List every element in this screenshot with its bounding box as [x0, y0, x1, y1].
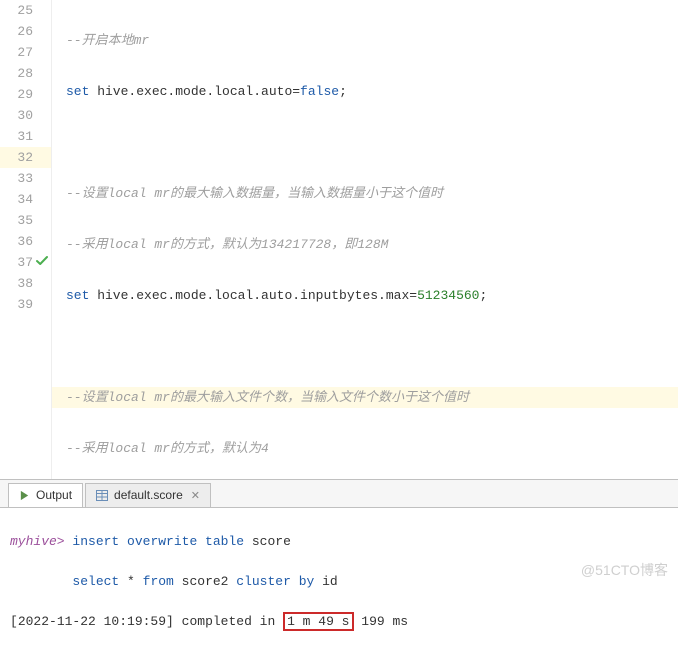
- table-icon: [96, 490, 108, 501]
- tab-label: Output: [36, 488, 72, 502]
- comment: --采用local mr的方式，默认为134217728，即128M: [66, 237, 388, 252]
- timestamp: 2022-11-22 10:19:59: [18, 614, 166, 629]
- line-number: 36: [0, 231, 51, 252]
- tab-default-score[interactable]: default.score ✕: [85, 483, 211, 507]
- line-number: 33: [0, 168, 51, 189]
- line-number: 28: [0, 63, 51, 84]
- output-console[interactable]: myhive> insert overwrite table score sel…: [0, 508, 678, 658]
- elapsed-time-highlight: 1 m 49 s: [283, 612, 353, 631]
- comment: --设置local mr的最大输入文件个数，当输入文件个数小于这个值时: [66, 390, 469, 405]
- line-number: 29: [0, 84, 51, 105]
- value-false: false: [300, 84, 339, 99]
- console-result-line: [2022-11-22 10:19:59] completed in 1 m 4…: [10, 612, 668, 632]
- line-number: 35: [0, 210, 51, 231]
- comment: --采用local mr的方式，默认为4: [66, 441, 269, 456]
- line-number: 37: [0, 252, 51, 273]
- console-prompt: myhive>: [10, 534, 65, 549]
- line-number: 25: [0, 0, 51, 21]
- keyword-set: set: [66, 288, 89, 303]
- line-number: 39: [0, 294, 51, 315]
- line-number: 32: [0, 147, 51, 168]
- line-number-gutter: 25 26 27 28 29 30 31 32 33 34 35 36 37 3…: [0, 0, 52, 479]
- comment: --设置local mr的最大输入数据量，当输入数据量小于这个值时: [66, 186, 443, 201]
- tab-label: default.score: [114, 488, 183, 502]
- line-number: 34: [0, 189, 51, 210]
- number-literal: 51234560: [417, 288, 479, 303]
- output-panel-tabs: Output default.score ✕: [0, 480, 678, 508]
- line-number: 38: [0, 273, 51, 294]
- keyword-set: set: [66, 84, 89, 99]
- line-number: 26: [0, 21, 51, 42]
- code-content[interactable]: --开启本地mr set hive.exec.mode.local.auto=f…: [52, 0, 678, 480]
- line-number: 27: [0, 42, 51, 63]
- code-editor[interactable]: 25 26 27 28 29 30 31 32 33 34 35 36 37 3…: [0, 0, 678, 480]
- check-icon: [36, 255, 50, 269]
- line-number: 30: [0, 105, 51, 126]
- close-icon[interactable]: ✕: [191, 489, 200, 502]
- comment: --开启本地mr: [66, 33, 149, 48]
- line-number: 31: [0, 126, 51, 147]
- run-icon: [19, 490, 30, 501]
- tab-output[interactable]: Output: [8, 483, 83, 507]
